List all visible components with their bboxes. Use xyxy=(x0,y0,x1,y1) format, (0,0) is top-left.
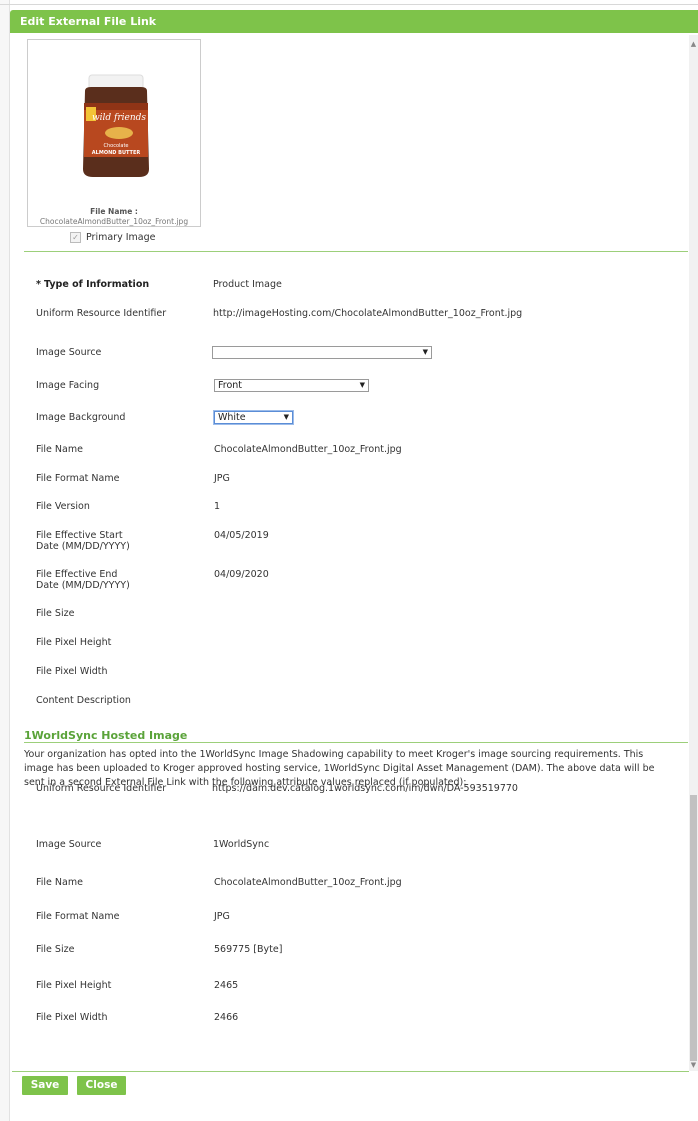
effective-end-label-line1: File Effective End xyxy=(36,569,118,580)
image-source-select[interactable]: ▼ xyxy=(212,346,432,359)
image-preview[interactable]: wild friends Chocolate ALMOND BUTTER Fil… xyxy=(27,39,201,227)
hosted-pixel-width-label: File Pixel Width xyxy=(36,1012,108,1023)
checkbox-check-icon[interactable]: ✓ xyxy=(70,231,81,243)
jar-product-line2: ALMOND BUTTER xyxy=(92,150,141,156)
hosted-file-name-label: File Name xyxy=(36,877,83,888)
uri-value: http://imageHosting.com/ChocolateAlmondB… xyxy=(213,308,523,319)
image-facing-label: Image Facing xyxy=(36,380,100,391)
file-pixel-width-label: File Pixel Width xyxy=(36,666,108,677)
hosted-file-format-value: JPG xyxy=(214,911,230,922)
hosted-file-name-value: ChocolateAlmondButter_10oz_Front.jpg xyxy=(214,877,402,888)
image-facing-select[interactable]: Front ▼ xyxy=(214,379,369,392)
required-mark: * xyxy=(36,279,41,290)
jar-brand: wild friends xyxy=(92,113,146,123)
hosted-section-divider xyxy=(24,742,688,743)
file-version-value: 1 xyxy=(214,501,221,512)
image-background-selected: White xyxy=(218,412,246,423)
image-source-label: Image Source xyxy=(36,347,102,358)
file-version-label: File Version xyxy=(36,501,90,512)
uri-label: Uniform Resource Identifier xyxy=(36,308,167,319)
file-name-field-value: ChocolateAlmondButter_10oz_Front.jpg xyxy=(214,444,402,455)
effective-start-label-line2: Date (MM/DD/YYYY) xyxy=(36,541,130,552)
image-facing-selected: Front xyxy=(218,380,243,391)
product-jar-image: wild friends Chocolate ALMOND BUTTER xyxy=(83,74,149,177)
file-name-field-label: File Name xyxy=(36,444,83,455)
hosted-file-format-label: File Format Name xyxy=(36,911,120,922)
effective-end-label-line2: Date (MM/DD/YYYY) xyxy=(36,580,130,591)
primary-image-label: Primary Image xyxy=(86,231,156,243)
scroll-up-arrow-icon[interactable]: ▲ xyxy=(689,40,698,48)
hosted-file-size-label: File Size xyxy=(36,944,75,955)
content-description-label: Content Description xyxy=(36,695,131,706)
file-name-label: File Name : xyxy=(90,207,138,216)
effective-start-value: 04/05/2019 xyxy=(214,530,269,541)
file-format-name-label: File Format Name xyxy=(36,473,120,484)
hosted-pixel-width-value: 2466 xyxy=(214,1012,239,1023)
primary-image-row[interactable]: ✓ Primary Image xyxy=(70,231,155,243)
hosted-image-source-label: Image Source xyxy=(36,839,102,850)
effective-end-label: File Effective End Date (MM/DD/YYYY) xyxy=(36,569,130,591)
page-left-edge xyxy=(0,0,10,1121)
scrollbar-thumb[interactable] xyxy=(690,795,697,1061)
image-background-label: Image Background xyxy=(36,412,126,423)
dropdown-arrow-icon: ▼ xyxy=(283,413,289,421)
type-of-information-label: * Type of Information xyxy=(36,279,149,290)
jar-product-line1: Chocolate xyxy=(103,143,128,149)
effective-end-value: 04/09/2020 xyxy=(214,569,269,580)
file-pixel-height-label: File Pixel Height xyxy=(36,637,112,648)
file-size-label: File Size xyxy=(36,608,75,619)
hosted-pixel-height-label: File Pixel Height xyxy=(36,980,112,991)
scroll-down-arrow-icon[interactable]: ▼ xyxy=(689,1061,698,1069)
dialog-scrollbar[interactable]: ▲ ▼ xyxy=(689,35,698,1071)
dropdown-arrow-icon: ▼ xyxy=(422,348,428,356)
dropdown-arrow-icon: ▼ xyxy=(359,381,365,389)
hosted-file-size-value: 569775 [Byte] xyxy=(214,944,283,955)
type-of-information-text: Type of Information xyxy=(44,279,150,290)
hosted-image-source-value: 1WorldSync xyxy=(213,839,270,850)
hosted-uri-value: https://dam.dev.catalog.1worldsync.com/i… xyxy=(212,783,518,794)
effective-start-label-line1: File Effective Start xyxy=(36,530,123,541)
file-name-value: ChocolateAlmondButter_10oz_Front.jpg xyxy=(39,217,189,226)
hosted-uri-label: Uniform Resource Identifier xyxy=(36,783,167,794)
image-background-select[interactable]: White ▼ xyxy=(214,411,293,424)
type-of-information-value: Product Image xyxy=(213,279,282,290)
footer-divider xyxy=(12,1071,689,1072)
top-divider xyxy=(0,4,698,5)
hosted-pixel-height-value: 2465 xyxy=(214,980,239,991)
close-button[interactable]: Close xyxy=(77,1076,126,1095)
hosted-image-title: 1WorldSync Hosted Image xyxy=(24,729,188,742)
preview-file-name: File Name : ChocolateAlmondButter_10oz_F… xyxy=(28,207,200,227)
effective-start-label: File Effective Start Date (MM/DD/YYYY) xyxy=(36,530,130,552)
section-divider xyxy=(24,251,688,252)
dialog-title: Edit External File Link xyxy=(10,10,698,33)
save-button[interactable]: Save xyxy=(22,1076,68,1095)
file-format-name-value: JPG xyxy=(214,473,230,484)
